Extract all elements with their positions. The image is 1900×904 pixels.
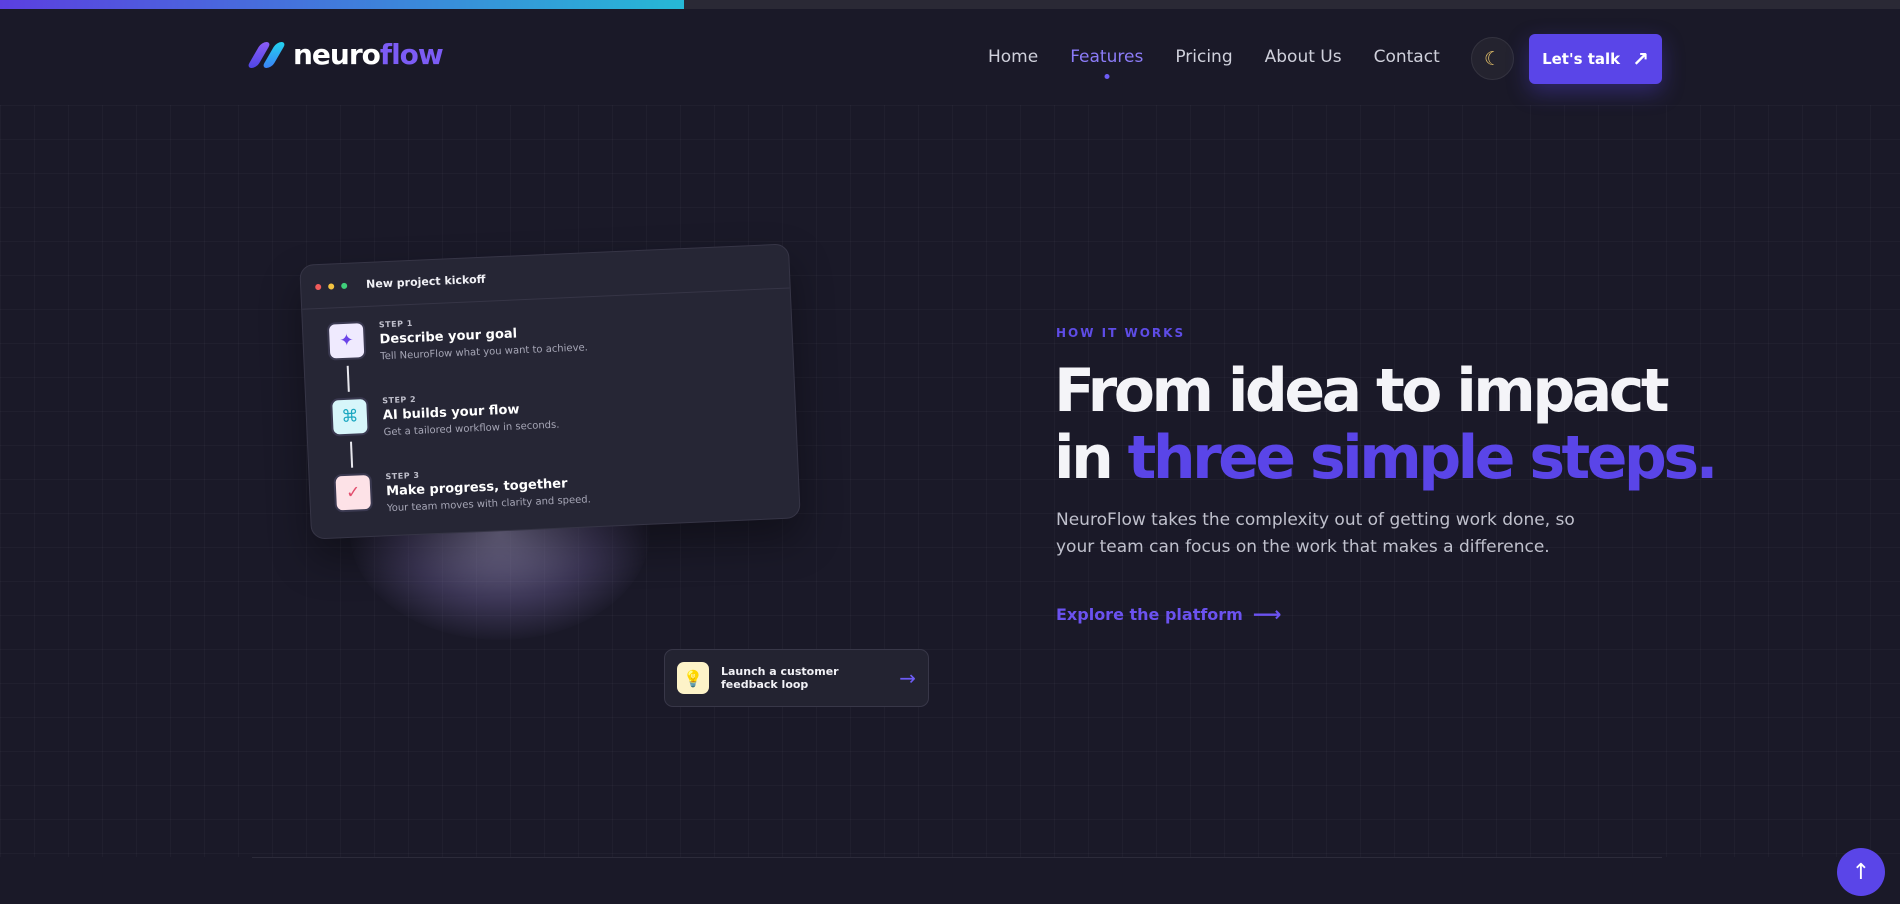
window-dot-yellow-icon [328,282,335,290]
card-title: New project kickoff [365,272,486,291]
moon-icon: ☾ [1483,47,1502,70]
cta-label: Let's talk [1542,50,1621,68]
theme-toggle-button[interactable]: ☾ [1471,37,1514,80]
headline-accent: three simple steps. [1127,423,1719,493]
section-eyebrow: HOW IT WORKS [1056,326,1186,340]
command-icon: ⌘ [330,396,370,437]
explore-label: Explore the platform [1056,604,1243,624]
step-connector [346,365,350,392]
feedback-loop-card[interactable]: 💡 Launch a customer feedback loop → [664,649,929,707]
headline-line-1: From idea to impact [1054,356,1670,426]
arrow-up-right-icon: ↗ [1632,47,1649,71]
headline-line-2-plain: in [1054,423,1128,493]
project-card: New project kickoff ✦ STEP 1 Describe yo… [299,243,801,540]
nav-link-contact[interactable]: Contact [1374,47,1440,67]
nav-link-about-us[interactable]: About Us [1265,47,1342,67]
arrow-up-icon: ↑ [1851,859,1871,885]
sparkle-icon: ✦ [326,321,367,361]
logo-mark-icon [246,40,287,70]
nav-link-pricing[interactable]: Pricing [1175,47,1232,67]
arrow-right-icon: → [899,666,916,690]
arrow-right-icon: ⟶ [1252,602,1282,626]
brand-logo[interactable]: neuroflow [246,38,444,71]
step-description: Get a tailored workflow in seconds. [383,419,560,439]
window-dot-green-icon [341,282,348,289]
main-nav: Home Features Pricing About Us Contact [988,47,1440,67]
section-divider [252,857,1662,858]
scroll-to-top-button[interactable]: ↑ [1837,848,1885,896]
window-dot-red-icon [315,283,322,290]
steps-list: ✦ STEP 1 Describe your goal Tell NeuroFl… [302,288,800,551]
scroll-progress-fill [0,0,684,9]
explore-platform-link[interactable]: Explore the platform ⟶ [1056,602,1282,626]
scroll-progress-track [0,0,1900,9]
step-connector [350,441,354,468]
lets-talk-button[interactable]: Let's talk ↗ [1529,34,1662,84]
nav-link-home[interactable]: Home [988,47,1038,67]
check-icon: ✓ [333,472,374,513]
toast-text: Launch a customer feedback loop [721,664,839,691]
hero-description: NeuroFlow takes the complexity out of ge… [1056,510,1575,557]
nav-link-features[interactable]: Features [1070,47,1143,67]
lightbulb-icon: 💡 [677,662,709,694]
brand-name: neuroflow [293,38,444,71]
page-title: From idea to impact in three simple step… [1054,358,1774,492]
